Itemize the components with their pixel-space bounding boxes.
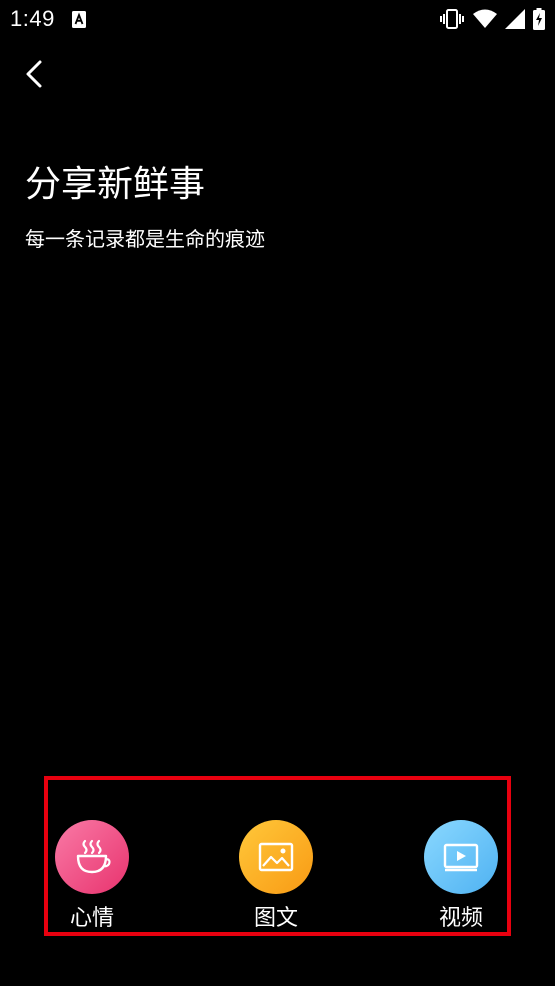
page-subtitle: 每一条记录都是生命的痕迹: [25, 227, 265, 251]
photo-circle: [239, 820, 313, 894]
status-bar: 1:49: [0, 0, 555, 40]
status-time: 1:49: [10, 6, 55, 31]
battery-charging-icon: [533, 8, 545, 30]
status-icons: [431, 8, 545, 30]
page-title: 分享新鲜事: [25, 164, 206, 205]
wifi-icon: [473, 9, 497, 28]
mood-label: 心情: [69, 906, 114, 931]
video-circle: [424, 820, 498, 894]
video-button[interactable]: 视频: [401, 820, 521, 940]
coffee-cup-icon: [76, 839, 111, 874]
mood-button[interactable]: 心情: [32, 820, 152, 940]
video-play-icon: [443, 843, 479, 872]
video-label: 视频: [438, 906, 483, 931]
image-icon: [258, 842, 294, 872]
vibrate-icon: [440, 9, 464, 29]
chevron-left-icon: [26, 60, 42, 88]
mood-circle: [55, 820, 129, 894]
back-button[interactable]: [18, 58, 50, 90]
a-box-icon: [72, 11, 86, 28]
signal-icon: [505, 9, 525, 29]
photo-label: 图文: [253, 906, 298, 931]
photo-text-button[interactable]: 图文: [216, 820, 336, 940]
